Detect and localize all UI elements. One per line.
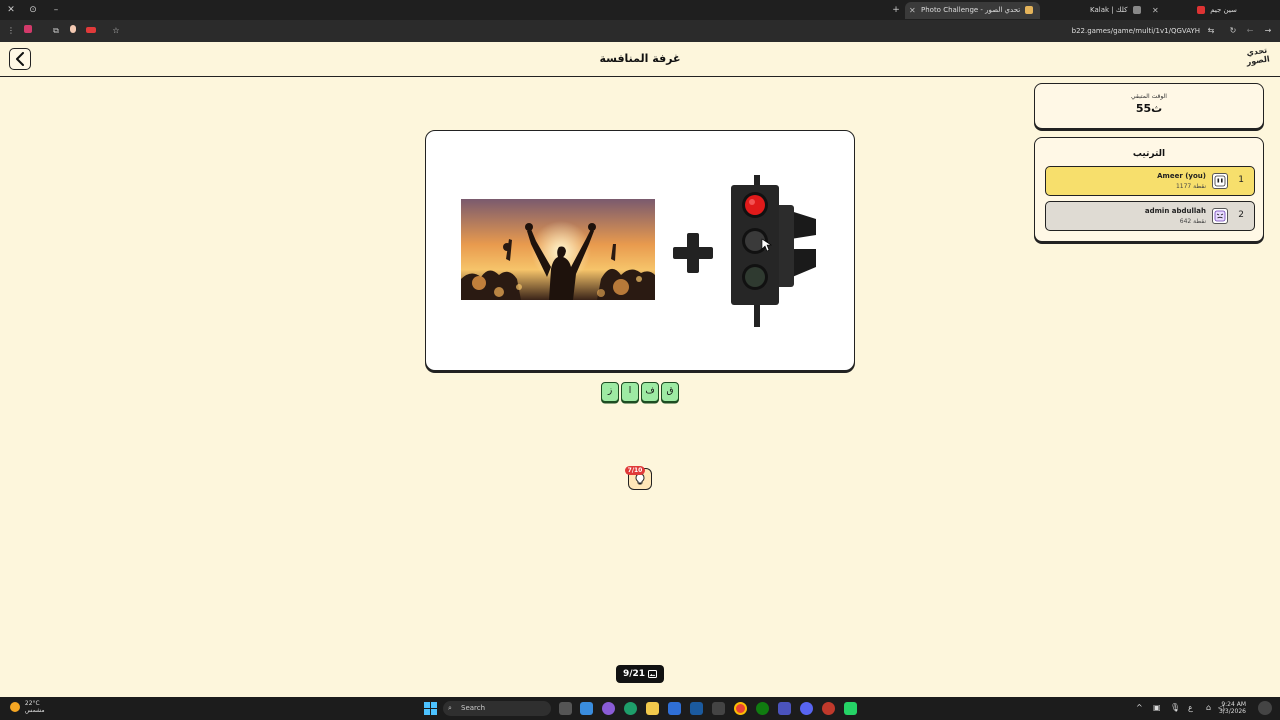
close-tab-icon[interactable]: ✕: [909, 2, 916, 19]
tab-favicon-icon: [1197, 6, 1205, 14]
bookmark-star-icon[interactable]: ☆: [110, 25, 122, 37]
widgets-icon[interactable]: [580, 702, 593, 715]
avatar-face-icon: [1214, 210, 1226, 222]
search-icon: ⌕: [448, 704, 452, 712]
xbox-icon[interactable]: [756, 702, 769, 715]
extension-icon[interactable]: [22, 25, 34, 37]
taskbar-search[interactable]: ⌕ Search: [443, 701, 551, 716]
tab-photo-challenge[interactable]: ✕ Photo Challenge - تحدي الصور: [905, 2, 1040, 19]
search-label: Search: [461, 704, 486, 712]
notification-icon[interactable]: [1258, 701, 1272, 715]
avatar: [1212, 173, 1228, 189]
ranking-row: 1 Ameer (you) 1177 نقطة: [1045, 166, 1255, 196]
player-points: 1177 نقطة: [1175, 183, 1206, 190]
plus-icon: [671, 231, 715, 275]
rank-number: 1: [1238, 175, 1244, 185]
timer-value: 55ث: [1135, 102, 1163, 115]
page-title: غرفة المنافسة: [599, 52, 681, 65]
tab-favicon-icon: [1132, 6, 1141, 14]
avatar-face-icon: [1214, 175, 1226, 187]
letter-tile[interactable]: ق: [661, 382, 679, 402]
weather-temp: 22°C: [24, 700, 40, 707]
player-points: 642 نقطة: [1179, 218, 1206, 225]
ranking-title: الترتيب: [1132, 149, 1166, 159]
app-icon[interactable]: [822, 702, 835, 715]
sun-icon: [10, 702, 20, 712]
tab-seen-jeem[interactable]: سين جيم: [1186, 2, 1270, 19]
network-icon[interactable]: ⌂: [1206, 703, 1211, 712]
whatsapp-icon[interactable]: [844, 702, 857, 715]
menu-dots-icon[interactable]: ⋮: [5, 25, 17, 37]
ranking-row: 2 admin abdullah 642 نقطة: [1045, 201, 1255, 231]
puzzle-extension-icon[interactable]: ⧉: [50, 25, 62, 37]
chevron-left-icon: [16, 52, 24, 66]
game-header: غرفة المنافسة تحدي الصور: [0, 42, 1280, 77]
rank-number: 2: [1238, 210, 1244, 220]
extension-icon[interactable]: [67, 25, 79, 37]
letter-tile[interactable]: ف: [641, 382, 659, 402]
weather-desc: مشمس: [24, 707, 45, 714]
mail-icon[interactable]: [668, 702, 681, 715]
copilot-icon[interactable]: [602, 702, 615, 715]
image-icon: [648, 670, 658, 678]
question-progress: 9/21: [616, 665, 664, 683]
timer-panel: الوقت المتبقي 55ث: [1034, 83, 1264, 129]
browser-address-bar: ⋮ ⧉ ☆ b22.games/game/multi/1v1/QGVAYH ⇆ …: [0, 20, 1280, 42]
reload-icon[interactable]: ↻: [1227, 25, 1239, 37]
extension-icon[interactable]: [85, 25, 97, 37]
forward-icon[interactable]: ←: [1244, 25, 1256, 37]
player-name: Ameer (you): [1157, 172, 1206, 180]
weather-widget[interactable]: 22°C مشمس: [10, 700, 45, 714]
clock-date: 3/3/2026: [1219, 708, 1246, 715]
tab-search-icon[interactable]: ⊙: [27, 4, 39, 16]
logo-text: تحدي الصور: [1245, 45, 1271, 67]
back-arrow-icon[interactable]: →: [1262, 25, 1274, 37]
store-icon[interactable]: [712, 702, 725, 715]
answer-letter-tiles: ز ا ف ق: [600, 382, 680, 402]
ranking-panel: الترتيب 1 Ameer (you) 1177 نقطة 2 admin …: [1034, 137, 1264, 242]
discord-icon[interactable]: [800, 702, 813, 715]
chrome-icon[interactable]: [734, 702, 747, 715]
timer-label: الوقت المتبقي: [1131, 93, 1167, 100]
puzzle-card: [425, 130, 855, 371]
tray-app-icon[interactable]: ▣: [1153, 703, 1161, 712]
player-name: admin abdullah: [1144, 207, 1206, 215]
clue-image-celebration: [461, 199, 655, 300]
edge-icon[interactable]: [624, 702, 637, 715]
close-tab-icon[interactable]: ✕: [1152, 2, 1159, 19]
steam-icon[interactable]: [690, 702, 703, 715]
new-tab-icon[interactable]: +: [890, 4, 902, 16]
site-settings-icon[interactable]: ⇆: [1205, 25, 1217, 37]
teams-icon[interactable]: [778, 702, 791, 715]
file-explorer-icon[interactable]: [646, 702, 659, 715]
tab-favicon-icon: [1025, 6, 1034, 14]
hint-count-badge: 7/10: [625, 466, 645, 475]
browser-tab-bar: ✕ ⊙ – سين جيم Kalak | كلك ✕ ✕ Photo Chal…: [0, 0, 1280, 20]
microphone-icon[interactable]: 🎙: [1170, 703, 1180, 712]
language-icon[interactable]: ع: [1188, 703, 1193, 712]
game-logo[interactable]: تحدي الصور: [1242, 45, 1273, 75]
letter-tile[interactable]: ز: [601, 382, 619, 402]
task-view-icon[interactable]: [559, 702, 572, 715]
avatar: [1212, 208, 1228, 224]
progress-text: 9/21: [622, 669, 646, 679]
tab-kalak[interactable]: Kalak | كلك ✕: [1040, 2, 1160, 19]
chevron-up-icon[interactable]: ^: [1136, 703, 1143, 712]
tab-label: Kalak | كلك: [1090, 6, 1128, 14]
tab-label: Photo Challenge - تحدي الصور: [921, 6, 1021, 14]
close-window-icon[interactable]: ✕: [5, 4, 17, 16]
clock[interactable]: 9:24 AM 3/3/2026: [1219, 701, 1246, 715]
minimize-icon[interactable]: –: [50, 4, 62, 16]
letter-tile[interactable]: ا: [621, 382, 639, 402]
clock-time: 9:24 AM: [1221, 701, 1246, 708]
windows-start-icon[interactable]: [424, 702, 437, 715]
url-text[interactable]: b22.games/game/multi/1v1/QGVAYH: [1000, 25, 1200, 37]
clue-image-traffic-light: [728, 175, 823, 327]
back-button[interactable]: [9, 48, 31, 70]
tab-label: سين جيم: [1210, 6, 1237, 14]
os-taskbar: 22°C مشمس ⌕ Search ^ ▣ 🎙 ع ⌂ ◁ 9:24 AM 3…: [0, 697, 1280, 720]
